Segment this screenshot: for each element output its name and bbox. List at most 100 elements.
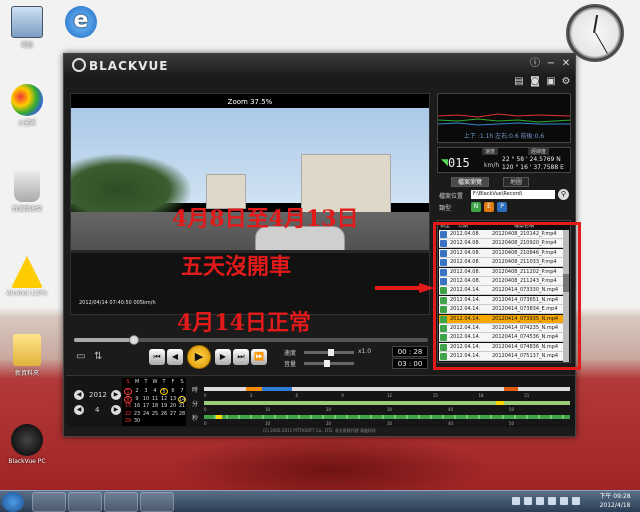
calendar-day[interactable]: 17	[142, 403, 150, 410]
calendar-day[interactable]: 19	[160, 403, 168, 410]
calendar-day[interactable]: 20	[169, 403, 177, 410]
desktop-icon-paint[interactable]: 小畫家	[2, 84, 52, 127]
volume-knob[interactable]	[324, 360, 330, 367]
calendar-day[interactable]: 7	[178, 388, 186, 395]
camera-icon[interactable]: ◙	[529, 76, 541, 88]
volume-slider[interactable]: 音量	[284, 359, 406, 369]
calendar-day[interactable]: 1	[124, 388, 132, 395]
tray-icon-2[interactable]	[524, 497, 532, 505]
timeline-tick: 3	[249, 393, 253, 398]
calendar-day[interactable]: 9	[133, 396, 141, 403]
next-year-icon[interactable]: ▶	[111, 390, 121, 400]
calendar-day[interactable]: 6	[169, 388, 177, 395]
search-icon[interactable]: ⚲	[558, 189, 569, 200]
skip-start-icon[interactable]: ⏮	[149, 349, 165, 365]
calendar-day[interactable]: 27	[169, 411, 177, 418]
save-icon[interactable]: ▣	[545, 76, 557, 88]
hour-segment-event	[246, 387, 262, 391]
alcohol-icon	[11, 256, 43, 288]
calendar-day[interactable]: 15	[124, 403, 132, 410]
clock-hour-hand	[593, 14, 599, 34]
taskbar-media[interactable]	[104, 492, 138, 512]
calendar-day[interactable]: 5	[160, 388, 168, 395]
taskbar-blackvue[interactable]	[140, 492, 174, 512]
calendar-day[interactable]: 13	[169, 396, 177, 403]
minute-timeline[interactable]	[204, 401, 570, 405]
tray-icon-1[interactable]	[512, 497, 520, 505]
hour-timeline[interactable]	[204, 387, 570, 391]
tab-file-browser[interactable]: 檔案瀏覽	[451, 177, 490, 187]
volume-icon[interactable]	[572, 497, 580, 505]
calendar-month: 4	[95, 406, 100, 414]
calendar: S M T W T F S 1 2 3 4 5 6 7 8 9 10 11 12 13 14 15 16 17 18 19 20 21…	[122, 378, 186, 426]
info-icon[interactable]: ⓘ	[529, 58, 541, 70]
desktop-icon-blackvue[interactable]: BlackVue PC	[2, 424, 52, 465]
calendar-day[interactable]: 29	[124, 418, 132, 425]
desktop-icon-recycle-bin[interactable]: 資源回收筒	[2, 170, 52, 213]
title-bar[interactable]: BLACKVUE ⓘ − ✕	[64, 54, 575, 76]
speed-slider[interactable]: 速度 x1.0	[284, 348, 406, 358]
calendar-day[interactable]: 4	[151, 388, 159, 395]
timeline-tick: 10	[265, 421, 271, 426]
network-icon[interactable]	[560, 497, 568, 505]
filter-event[interactable]: E	[484, 202, 494, 212]
speed-location-panel: 速度 經緯度 ◥ 015 km/h 22 ° 58 ' 24.5769 N 12…	[437, 147, 571, 173]
play-button[interactable]: ▶	[187, 345, 211, 369]
tray-icon-3[interactable]	[536, 497, 544, 505]
close-icon[interactable]: ✕	[560, 58, 572, 70]
seek-handle[interactable]	[129, 335, 139, 345]
taskbar-ie[interactable]	[32, 492, 66, 512]
calendar-day[interactable]: 2	[133, 388, 141, 395]
next-month-icon[interactable]: ▶	[111, 405, 121, 415]
screen-mode-icon[interactable]: ▭	[76, 351, 85, 362]
calendar-day[interactable]: 16	[133, 403, 141, 410]
calendar-day[interactable]: 24	[142, 411, 150, 418]
start-button[interactable]	[2, 492, 24, 512]
second-segments	[204, 415, 570, 419]
filter-parking[interactable]: P	[497, 202, 507, 212]
next-file-icon[interactable]: ⏩	[251, 349, 267, 365]
timeline-tick: 0	[204, 421, 207, 426]
timeline-tick: 40	[448, 407, 454, 412]
calendar-day[interactable]: 18	[151, 403, 159, 410]
skip-end-icon[interactable]: ⏭	[233, 349, 249, 365]
minimize-icon[interactable]: −	[545, 58, 557, 70]
tray-icon-4[interactable]	[548, 497, 556, 505]
calendar-day[interactable]: 28	[178, 411, 186, 418]
desktop-icon-ie[interactable]: e	[56, 6, 106, 40]
calendar-day[interactable]: 8	[124, 395, 132, 403]
calendar-day[interactable]: 11	[151, 396, 159, 403]
tray-clock[interactable]: 下午 09:28 2012/4/18	[592, 492, 638, 510]
prev-year-icon[interactable]: ◀	[74, 390, 84, 400]
blackvue-icon	[11, 424, 43, 456]
computer-icon	[11, 6, 43, 38]
annotation-line-3: 4月14日正常	[177, 310, 311, 336]
open-folder-icon[interactable]: ▤	[513, 76, 525, 88]
calendar-day[interactable]: 12	[160, 396, 168, 403]
calendar-day[interactable]: 30	[133, 418, 141, 425]
calendar-day[interactable]: 25	[151, 411, 159, 418]
tab-map[interactable]: 地圖	[503, 177, 530, 187]
calendar-day[interactable]: 23	[133, 411, 141, 418]
calendar-day[interactable]: 3	[142, 388, 150, 395]
calendar-day[interactable]: 22	[124, 411, 132, 418]
hour-segment-event-2	[504, 387, 518, 391]
calendar-day[interactable]: 14	[178, 395, 186, 403]
rotate-icon[interactable]: ⇅	[94, 351, 102, 362]
calendar-day[interactable]: 26	[160, 411, 168, 418]
second-timeline[interactable]	[204, 415, 570, 419]
step-forward-icon[interactable]: ▶	[215, 349, 231, 365]
taskbar-explorer[interactable]	[68, 492, 102, 512]
seek-bar[interactable]	[74, 335, 428, 345]
prev-month-icon[interactable]: ◀	[74, 405, 84, 415]
desktop-icon-alcohol[interactable]: Alcohol 120%	[2, 256, 52, 297]
calendar-day[interactable]: 21	[178, 403, 186, 410]
location-field[interactable]: F:\BlackVue\Record\	[471, 190, 555, 199]
calendar-day[interactable]: 10	[142, 396, 150, 403]
step-back-icon[interactable]: ◀	[167, 349, 183, 365]
speed-knob[interactable]	[328, 349, 334, 356]
desktop-icon-folder[interactable]: 新資料夾	[2, 334, 52, 377]
settings-gear-icon[interactable]: ⚙	[560, 76, 572, 88]
filter-normal[interactable]: N	[471, 202, 481, 212]
desktop-icon-computer[interactable]: 電腦	[2, 6, 52, 49]
